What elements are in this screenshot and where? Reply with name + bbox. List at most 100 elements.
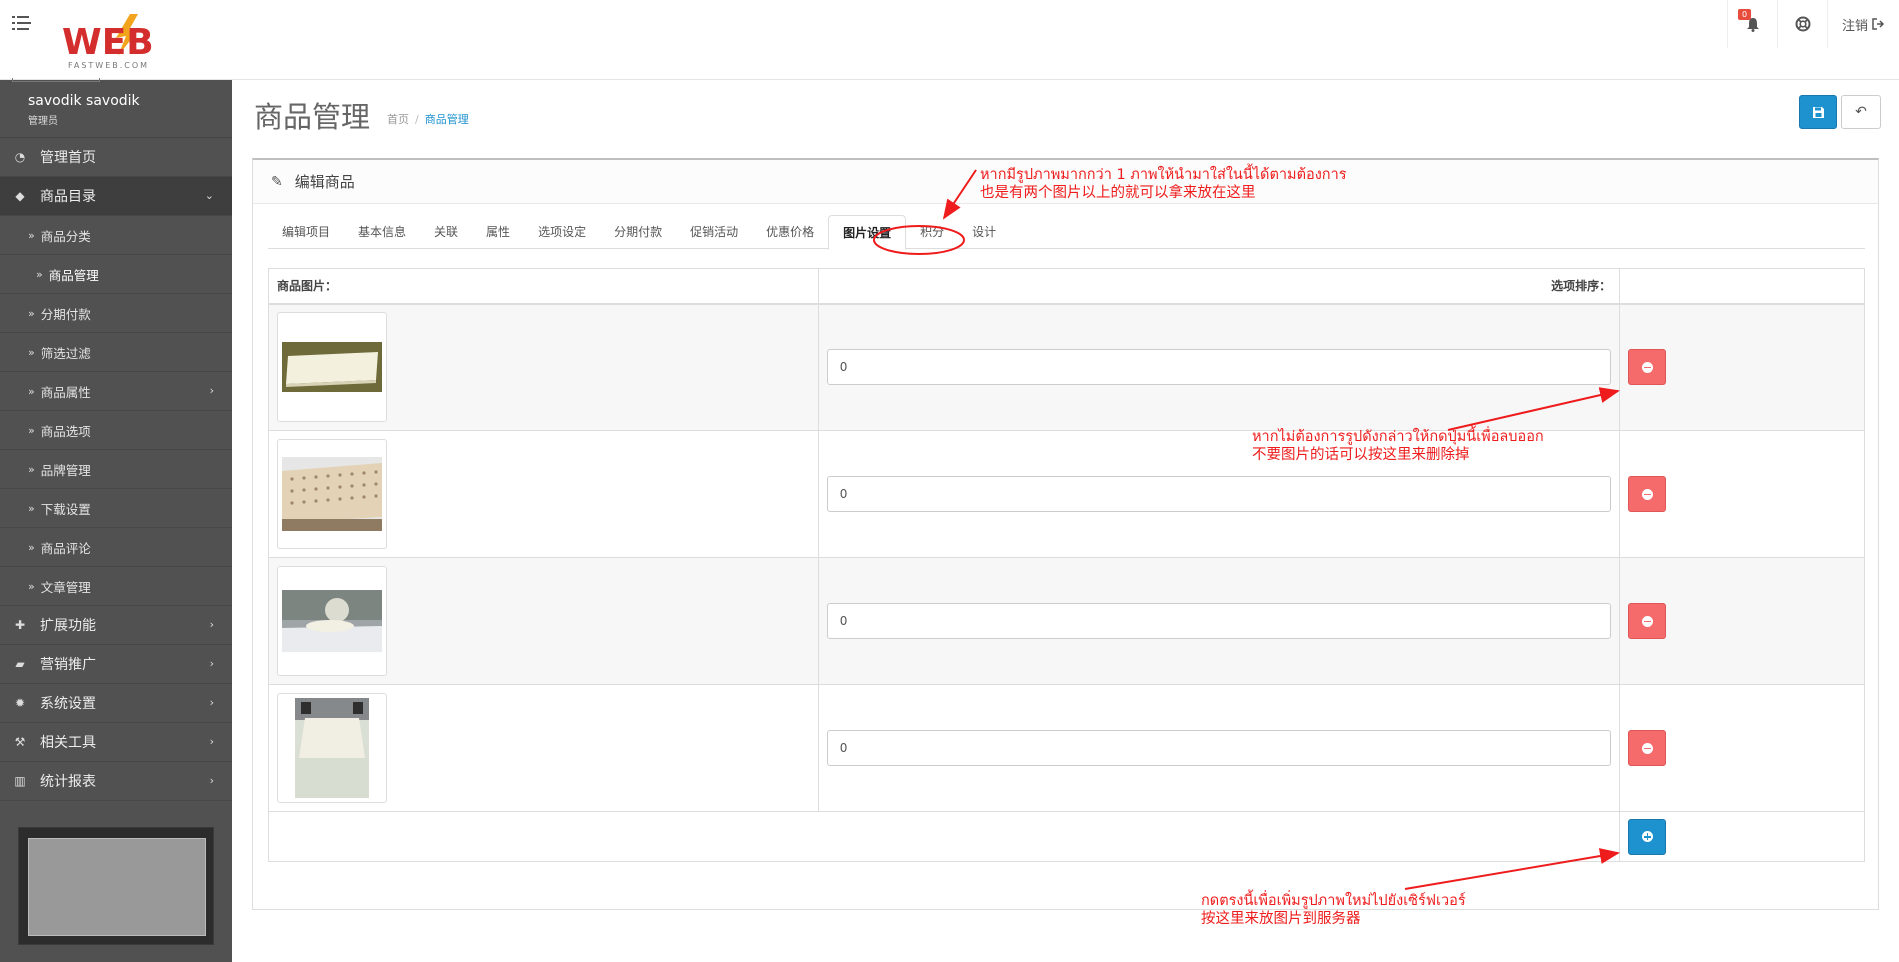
sidebar-item-attributes[interactable]: » 商品属性 › — [0, 372, 232, 411]
double-angle-icon: » — [28, 423, 35, 437]
table-header-row: 商品图片： 选项排序： — [268, 268, 1865, 305]
sidebar-item-label: 营销推广 — [40, 657, 96, 673]
sidebar-item-downloads[interactable]: » 下载设置 — [0, 489, 232, 528]
tab-reward[interactable]: 积分 — [906, 215, 958, 249]
sidebar-item-tools[interactable]: ⚒ 相关工具 › — [0, 723, 232, 762]
sidebar-item-label: 分期付款 — [40, 306, 91, 322]
remove-image-button[interactable] — [1628, 349, 1667, 386]
sidebar-item-dashboard[interactable]: ◔ 管理首页 — [0, 138, 232, 177]
double-angle-icon: » — [28, 345, 35, 359]
image-cell — [268, 684, 819, 812]
tab-image[interactable]: 图片设置 — [828, 215, 907, 250]
breadcrumb-home[interactable]: 首页 — [387, 113, 409, 126]
tab-installment[interactable]: 分期付款 — [600, 215, 676, 249]
sidebar-item-articles[interactable]: » 文章管理 — [0, 567, 232, 606]
remove-image-button[interactable] — [1628, 603, 1667, 639]
breadcrumb-current[interactable]: 商品管理 — [425, 113, 469, 126]
gear-icon: ✹ — [14, 696, 26, 710]
notifications-button[interactable]: 0 — [1727, 0, 1777, 48]
tab-promotion[interactable]: 促销活动 — [676, 215, 752, 249]
action-cell — [1619, 557, 1865, 685]
bar-chart-icon: ▥ — [14, 774, 26, 788]
product-image-thumbnail[interactable] — [277, 439, 387, 549]
sidebar-item-products[interactable]: » 商品管理 — [0, 255, 232, 294]
sort-order-input[interactable] — [826, 603, 1612, 639]
fastweb-logo[interactable]: WEB FASTWEB.COM — [60, 12, 190, 72]
remove-image-button[interactable] — [1628, 730, 1667, 766]
tab-attribute[interactable]: 属性 — [472, 215, 524, 249]
column-header-action — [1619, 268, 1865, 305]
logout-button[interactable]: 注销 — [1827, 0, 1899, 48]
help-button[interactable] — [1777, 0, 1827, 48]
product-image-thumbnail[interactable] — [277, 693, 387, 803]
add-annotation-note: กดตรงนี้เพื่อเพิ่มรูปภาพใหม่ไปยังเซิร์ฟเ… — [1201, 892, 1466, 928]
chevron-right-icon: › — [209, 618, 214, 631]
minus-circle-icon — [1641, 488, 1653, 500]
double-angle-icon: » — [28, 228, 35, 242]
sidebar-item-categories[interactable]: » 商品分类 — [0, 216, 232, 255]
sort-order-input[interactable] — [826, 349, 1612, 386]
footer-empty-cell — [267, 811, 1621, 862]
image-cell — [268, 303, 819, 431]
add-image-button[interactable] — [1628, 818, 1667, 855]
chevron-right-icon: › — [209, 774, 214, 787]
tab-links[interactable]: 关联 — [420, 215, 472, 249]
back-button[interactable]: ↶ — [1841, 95, 1881, 129]
cart-icon: ▰ — [15, 657, 25, 671]
user-role: 管理员 — [28, 116, 58, 127]
double-angle-icon: » — [28, 540, 35, 554]
sidebar-item-installments[interactable]: » 分期付款 — [0, 294, 232, 333]
sidebar-item-catalog[interactable]: ◆ 商品目录 ⌄ — [0, 177, 232, 216]
profile-tab — [12, 78, 100, 82]
minus-circle-icon — [1641, 742, 1653, 754]
sidebar-item-filters[interactable]: » 筛选过滤 — [0, 333, 232, 372]
dashboard-icon: ◔ — [14, 150, 26, 164]
remove-image-button[interactable] — [1628, 476, 1667, 512]
sidebar-item-marketing[interactable]: ▰ 营销推广 › — [0, 645, 232, 684]
delete-annotation-note: หากไม่ต้องการรูปดังกล่าวให้กดปุ่มนี้เพื่… — [1252, 428, 1544, 464]
image-cell — [268, 430, 819, 558]
sort-order-input[interactable] — [826, 476, 1612, 512]
logo-subtext: FASTWEB.COM — [68, 61, 149, 70]
add-annotation-thai: กดตรงนี้เพื่อเพิ่มรูปภาพใหม่ไปยังเซิร์ฟเ… — [1201, 893, 1466, 909]
top-header: WEB FASTWEB.COM 0 注销 — [0, 0, 1899, 80]
wrench-icon: ⚒ — [14, 735, 26, 749]
logo-text: WEB — [62, 22, 154, 63]
table-row — [268, 303, 1865, 431]
save-button[interactable] — [1799, 95, 1837, 129]
tab-data[interactable]: 基本信息 — [344, 215, 420, 249]
add-annotation-chinese: 按这里来放图片到服务器 — [1201, 911, 1361, 927]
sidebar-item-extensions[interactable]: ✚ 扩展功能 › — [0, 606, 232, 645]
tab-option[interactable]: 选项设定 — [524, 215, 600, 249]
tab-annotation-thai: หากมีรูปภาพมากกว่า 1 ภาพให้นำมาใส่ในนี้ไ… — [980, 167, 1347, 183]
double-angle-icon: » — [28, 579, 35, 593]
sidebar-item-reviews[interactable]: » 商品评论 — [0, 528, 232, 567]
sidebar-item-options[interactable]: » 商品选项 — [0, 411, 232, 450]
chevron-right-icon: › — [209, 696, 214, 709]
tab-discount[interactable]: 优惠价格 — [752, 215, 828, 249]
sidebar-item-label: 管理首页 — [40, 150, 96, 166]
delete-annotation-chinese: 不要图片的话可以按这里来删除掉 — [1252, 447, 1470, 463]
product-image-thumbnail[interactable] — [277, 312, 387, 423]
action-cell — [1619, 303, 1865, 431]
main-content: 商品管理 首页 / 商品管理 ↶ ✎ 编辑商品 编辑项目 基本信息 关联 属性 选项… — [232, 80, 1899, 962]
user-name: savodik savodik — [28, 93, 140, 109]
pillow-closeup-image — [295, 698, 369, 798]
tab-design[interactable]: 设计 — [958, 215, 1010, 249]
image-cell — [268, 557, 819, 685]
sort-order-input[interactable] — [826, 730, 1612, 766]
table-row — [268, 557, 1865, 685]
tab-general[interactable]: 编辑项目 — [268, 215, 344, 249]
double-angle-icon: » — [28, 501, 35, 515]
product-image-thumbnail[interactable] — [277, 566, 387, 676]
menu-toggle-icon[interactable] — [12, 14, 34, 32]
user-profile[interactable]: savodik savodik 管理员 — [0, 78, 232, 138]
sidebar-item-label: 商品选项 — [40, 423, 91, 439]
table-row — [268, 430, 1865, 558]
mattress-image — [282, 342, 382, 393]
sidebar-item-reports[interactable]: ▥ 统计报表 › — [0, 762, 232, 801]
sidebar-item-brands[interactable]: » 品牌管理 — [0, 450, 232, 489]
product-tabs: 编辑项目 基本信息 关联 属性 选项设定 分期付款 促销活动 优惠价格 图片设置… — [268, 215, 1865, 250]
sidebar-item-settings[interactable]: ✹ 系统设置 › — [0, 684, 232, 723]
notification-badge: 0 — [1738, 9, 1751, 20]
